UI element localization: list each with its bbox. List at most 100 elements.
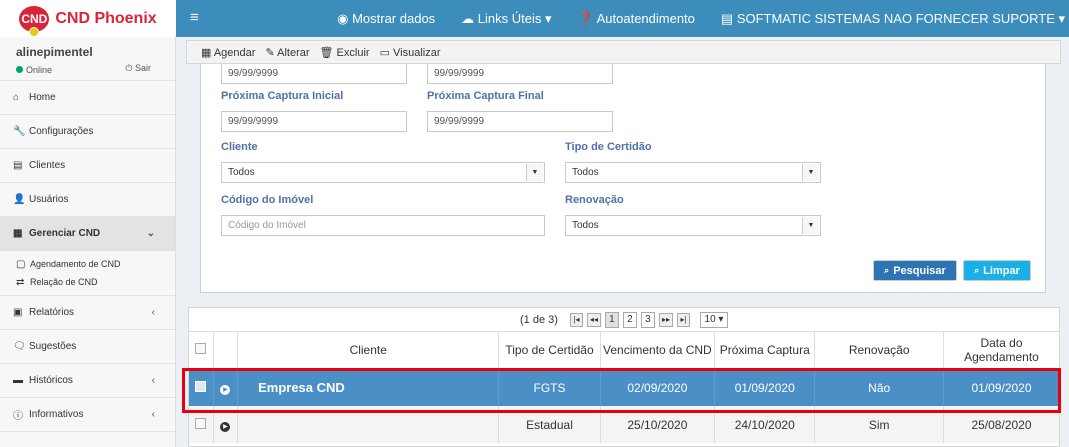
- eye-icon: ◉: [337, 10, 353, 26]
- cell-agendamento: 25/08/2020: [943, 406, 1059, 443]
- row-checkbox-cell: [189, 369, 214, 406]
- row-expander-cell: ▶: [213, 369, 239, 406]
- agendar-button[interactable]: ▦ Agendar: [201, 46, 255, 59]
- nav-company[interactable]: ▤ SOFTMATIC SISTEMAS NAO FORNECER SUPORT…: [721, 11, 1065, 27]
- retweet-icon: ⇄: [16, 276, 25, 288]
- caret-down-icon: ▼: [802, 217, 819, 234]
- paginator: (1 de 3) |◂ ◂◂ 1 2 3 ▸▸ ▸| 10 ▾: [189, 308, 1059, 332]
- col-tipo-certidao[interactable]: Tipo de Certidão: [498, 332, 601, 370]
- sidebar-item-gerenciar-cnd[interactable]: ▦ Gerenciar CND ⌄: [0, 217, 175, 251]
- table-row[interactable]: ▶ Estadual 25/10/2020 24/10/2020 Sim 25/…: [189, 406, 1059, 443]
- sidebar-item-relatorios[interactable]: ▣ Relatórios ‹: [0, 296, 175, 330]
- action-toolbar: ▦ Agendar ✎ Alterar 🗑 Excluir ▭ Visualiz…: [186, 40, 1061, 64]
- power-icon: ⏻: [125, 63, 135, 73]
- cliente-select[interactable]: Todos ▼: [221, 162, 545, 183]
- date-field-b[interactable]: 99/99/9999: [427, 63, 613, 84]
- last-page-button[interactable]: ▸|: [676, 312, 690, 327]
- chevron-left-icon: ‹: [151, 307, 155, 318]
- username: alinepimentel: [16, 45, 93, 59]
- play-circle-icon[interactable]: ▶: [220, 385, 231, 396]
- codigo-imovel-field[interactable]: Código do Imóvel: [221, 215, 545, 236]
- sidebar: alinepimentel Online ⏻ Sair ⌂ Home 🔧 Confi…: [0, 37, 176, 447]
- row-checkbox[interactable]: [195, 417, 207, 429]
- eraser-icon: ⌕: [974, 265, 980, 275]
- sidebar-item-configuracoes[interactable]: 🔧 Configurações: [0, 115, 175, 149]
- rows-per-page-select[interactable]: 10 ▾: [699, 311, 728, 328]
- chevron-down-icon: ⌄: [146, 228, 155, 239]
- filter-form: 99/99/9999 99/99/9999 Próxima Captura In…: [200, 63, 1046, 293]
- file-icon: ▭: [379, 46, 394, 59]
- user-panel: alinepimentel Online ⏻ Sair: [0, 37, 175, 81]
- table-row[interactable]: ▶ Empresa CND FGTS 02/09/2020 01/09/2020…: [189, 369, 1059, 406]
- logout-link[interactable]: ⏻ Sair: [125, 63, 151, 74]
- alterar-button[interactable]: ✎ Alterar: [265, 46, 309, 59]
- submenu-item-agendamento[interactable]: ▢ Agendamento de CND: [16, 255, 175, 273]
- renovacao-select[interactable]: Todos ▼: [565, 215, 821, 236]
- col-cliente[interactable]: Cliente: [237, 332, 500, 370]
- renovacao-label: Renovação: [565, 194, 624, 206]
- cell-cliente: [237, 406, 500, 443]
- search-icon: ⌕: [884, 265, 890, 275]
- page-1-button[interactable]: 1: [604, 311, 619, 328]
- prev-page-button[interactable]: ◂◂: [586, 312, 601, 327]
- col-renovacao[interactable]: Renovação: [814, 332, 944, 370]
- next-page-button[interactable]: ▸▸: [658, 312, 673, 327]
- proxima-inicial-field[interactable]: 99/99/9999: [221, 111, 407, 132]
- pesquisar-button[interactable]: ⌕ Pesquisar: [873, 260, 957, 281]
- date-field-a[interactable]: 99/99/9999: [221, 63, 407, 84]
- brand-logo[interactable]: CND CND Phoenix: [0, 0, 176, 37]
- select-all-cell: [189, 332, 214, 370]
- row-checkbox[interactable]: [195, 380, 207, 392]
- col-data-agendamento[interactable]: Data do Agendamento: [943, 332, 1059, 370]
- chevron-left-icon: ‹: [151, 375, 155, 386]
- tipo-certidao-label: Tipo de Certidão: [565, 141, 652, 153]
- cell-tipo: Estadual: [498, 406, 601, 443]
- home-icon: ⌂: [13, 92, 20, 103]
- expander-header: [213, 332, 239, 370]
- page-summary: (1 de 3): [520, 313, 558, 326]
- select-all-checkbox[interactable]: [195, 343, 207, 355]
- row-expander-cell: ▶: [213, 406, 239, 443]
- trash-icon: 🗑: [319, 46, 337, 59]
- proxima-final-field[interactable]: 99/99/9999: [427, 111, 613, 132]
- page-2-button[interactable]: 2: [622, 311, 637, 328]
- cell-renovacao: Sim: [814, 406, 944, 443]
- cell-tipo: FGTS: [498, 369, 601, 406]
- top-navbar: CND CND Phoenix ≡ ◉ Mostrar dados ☁ Link…: [0, 0, 1069, 37]
- sidebar-item-home[interactable]: ⌂ Home: [0, 81, 175, 115]
- limpar-button[interactable]: ⌕ Limpar: [963, 260, 1031, 281]
- sidebar-item-clientes[interactable]: ▤ Clientes: [0, 149, 175, 183]
- first-page-button[interactable]: |◂: [569, 312, 583, 327]
- caret-down-icon: ▼: [526, 164, 543, 181]
- proxima-final-label: Próxima Captura Final: [427, 90, 544, 102]
- main-content: 99/99/9999 99/99/9999 Próxima Captura In…: [176, 37, 1069, 447]
- col-vencimento[interactable]: Vencimento da CND: [600, 332, 716, 370]
- cell-vencimento: 02/09/2020: [600, 369, 716, 406]
- cell-renovacao: Não: [814, 369, 944, 406]
- col-proxima-captura[interactable]: Próxima Captura: [714, 332, 816, 370]
- sidebar-item-informativos[interactable]: ⓘ Informativos ‹: [0, 398, 175, 432]
- visualizar-button[interactable]: ▭ Visualizar: [380, 46, 441, 59]
- submenu-item-relacao[interactable]: ⇄ Relação de CND: [16, 273, 175, 291]
- results-table: Cliente Tipo de Certidão Vencimento da C…: [189, 332, 1059, 443]
- cell-agendamento: 01/09/2020: [943, 369, 1059, 406]
- page-3-button[interactable]: 3: [640, 311, 655, 328]
- sidebar-item-usuarios[interactable]: 👤 Usuários: [0, 183, 175, 217]
- comments-icon: 🗨: [13, 341, 26, 352]
- cell-proxima: 01/09/2020: [714, 369, 816, 406]
- online-dot-icon: [16, 66, 23, 73]
- bars-icon[interactable]: ≡: [190, 9, 199, 26]
- excluir-button[interactable]: 🗑 Excluir: [320, 46, 370, 59]
- nav-autoatendimento[interactable]: ❓ Autoatendimento: [578, 11, 695, 27]
- nav-links-uteis[interactable]: ☁ Links Úteis ▾: [461, 11, 551, 27]
- nav-mostrar-dados[interactable]: ◉ Mostrar dados: [337, 11, 435, 27]
- wrench-icon: 🔧: [13, 126, 26, 137]
- codigo-imovel-label: Código do Imóvel: [221, 194, 314, 206]
- calendar-icon: ▢: [16, 258, 26, 270]
- cliente-label: Cliente: [221, 141, 258, 153]
- info-icon: ⓘ: [13, 411, 23, 422]
- sidebar-item-sugestoes[interactable]: 🗨 Sugestões: [0, 330, 175, 364]
- tipo-certidao-select[interactable]: Todos ▼: [565, 162, 821, 183]
- sidebar-item-historicos[interactable]: ▬ Históricos ‹: [0, 364, 175, 398]
- play-circle-icon[interactable]: ▶: [220, 422, 231, 432]
